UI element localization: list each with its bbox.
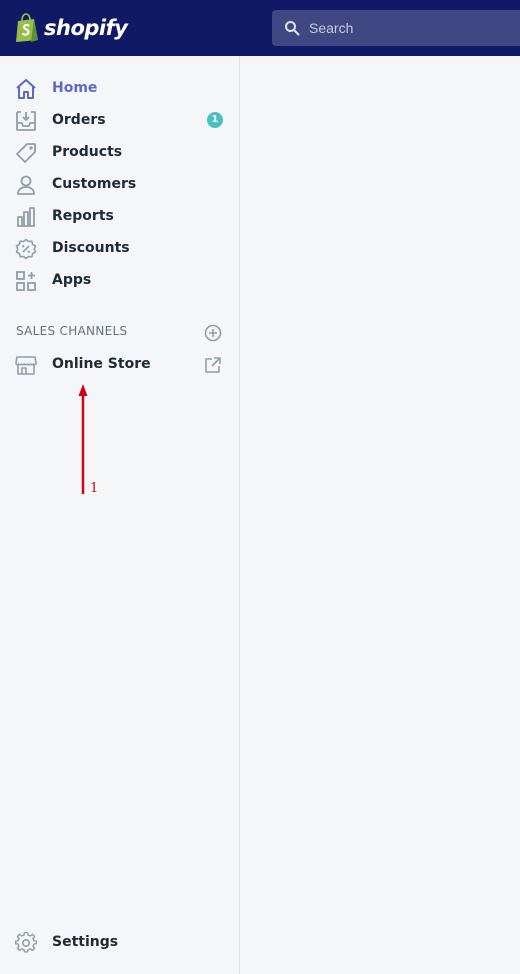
shopify-bag-icon (16, 13, 38, 42)
brand-wordmark: shopify (44, 16, 128, 40)
home-icon (16, 79, 36, 99)
sidebar-item-label: Discounts (52, 240, 130, 256)
search-bar[interactable]: Search (272, 10, 520, 46)
sidebar-item-label: Reports (52, 208, 114, 224)
gear-icon (15, 932, 37, 953)
sidebar-item-home[interactable]: Home (0, 72, 239, 104)
sidebar-item-products[interactable]: Products (0, 136, 239, 168)
sidebar-item-settings[interactable]: Settings (0, 926, 239, 958)
sidebar-item-orders[interactable]: Orders 1 (0, 104, 239, 136)
add-channel-icon[interactable] (204, 324, 222, 342)
sidebar-item-online-store[interactable]: Online Store (0, 348, 239, 380)
main-content (240, 56, 520, 974)
sidebar-item-customers[interactable]: Customers (0, 168, 239, 200)
store-icon (15, 356, 37, 375)
bar-chart-icon (17, 207, 35, 227)
top-bar: shopify Search (0, 0, 520, 56)
annotation-arrow (78, 384, 88, 494)
apps-icon (16, 271, 36, 291)
sidebar-item-label: Online Store (52, 356, 151, 372)
orders-count-badge: 1 (207, 112, 223, 128)
sidebar-item-reports[interactable]: Reports (0, 200, 239, 232)
sidebar-item-label: Orders (52, 112, 106, 128)
search-placeholder: Search (309, 20, 354, 36)
sidebar-item-label: Home (52, 80, 98, 96)
sidebar-item-apps[interactable]: Apps (0, 264, 239, 296)
sidebar-item-label: Customers (52, 176, 137, 192)
tag-icon (16, 143, 36, 163)
discount-icon (15, 238, 37, 260)
search-icon (285, 21, 300, 36)
person-icon (17, 175, 35, 195)
orders-icon (16, 111, 36, 131)
annotation-label: 1 (90, 481, 99, 496)
external-link-icon[interactable] (204, 356, 222, 374)
sidebar: Home Orders 1 Products Customers Reports (0, 56, 240, 974)
sales-channels-heading: SALES CHANNELS (16, 324, 128, 338)
shopify-logo[interactable]: shopify (14, 13, 128, 43)
sidebar-item-label: Apps (52, 272, 92, 288)
sidebar-item-label: Products (52, 144, 123, 160)
sidebar-item-discounts[interactable]: Discounts (0, 232, 239, 264)
sidebar-item-label: Settings (52, 934, 119, 950)
